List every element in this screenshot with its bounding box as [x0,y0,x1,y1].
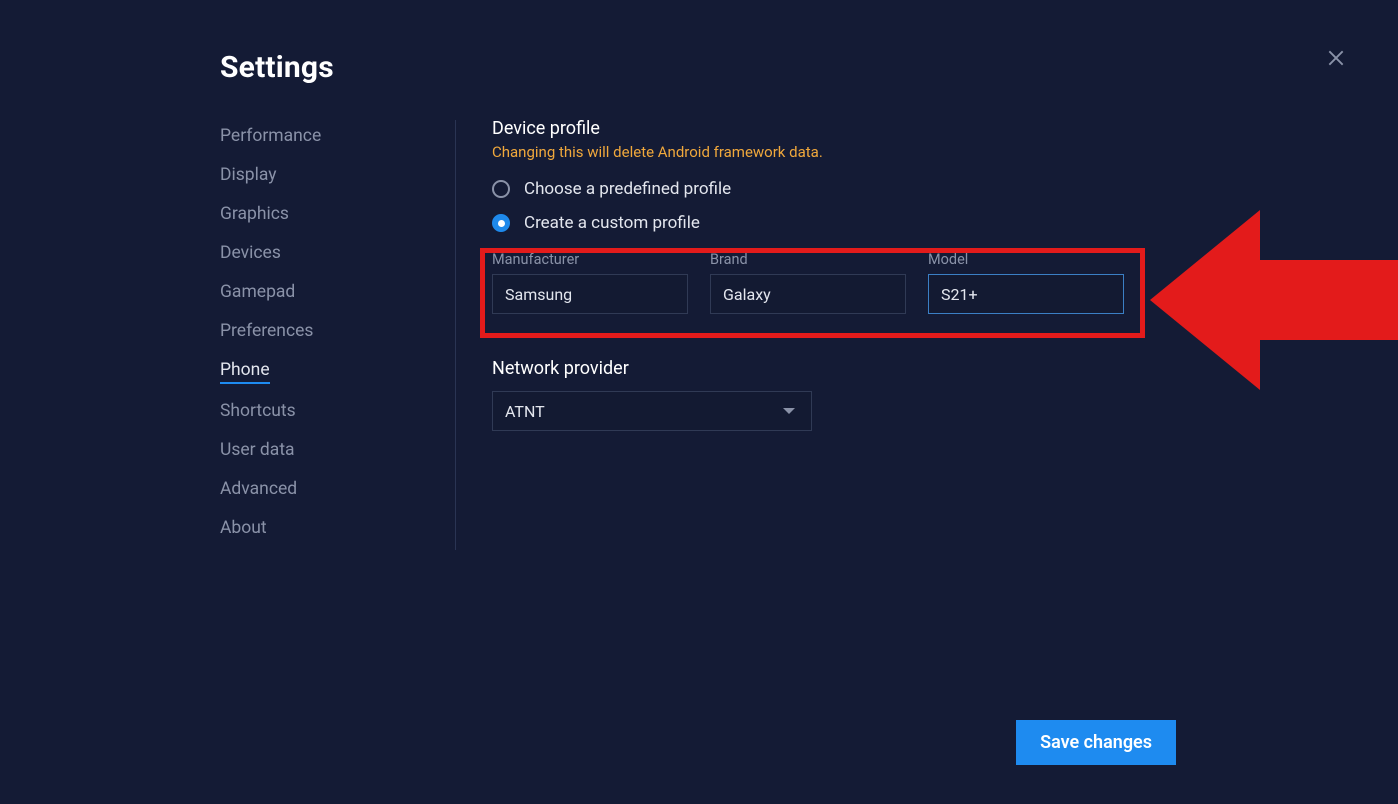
sidebar-item-preferences[interactable]: Preferences [220,321,313,343]
sidebar-item-label: Graphics [220,204,289,224]
close-icon [1326,48,1346,72]
sidebar-item-label: Performance [220,126,321,146]
sidebar-item-label: Preferences [220,321,313,341]
manufacturer-input[interactable] [492,274,688,314]
save-changes-button[interactable]: Save changes [1016,720,1176,765]
radio-custom-profile[interactable]: Create a custom profile [492,213,1192,233]
sidebar-item-about[interactable]: About [220,518,267,540]
brand-input[interactable] [710,274,906,314]
network-provider-select-wrap: ATNT [492,391,812,431]
button-label: Save changes [1040,732,1152,753]
vertical-divider [455,120,456,550]
field-manufacturer: Manufacturer [492,251,688,314]
sidebar-item-label: Devices [220,243,281,263]
sidebar-item-label: Shortcuts [220,401,296,421]
device-profile-warning: Changing this will delete Android framew… [492,143,1192,161]
device-profile-heading: Device profile [492,118,1192,139]
sidebar-item-label: User data [220,440,295,460]
sidebar-item-performance[interactable]: Performance [220,126,321,148]
radio-checked-icon [492,214,510,232]
radio-label: Create a custom profile [524,213,700,233]
radio-unchecked-icon [492,180,510,198]
sidebar-item-shortcuts[interactable]: Shortcuts [220,401,296,423]
field-brand: Brand [710,251,906,314]
chevron-down-icon [783,408,795,414]
sidebar-item-advanced[interactable]: Advanced [220,479,297,501]
sidebar-item-display[interactable]: Display [220,165,277,187]
network-provider-select[interactable]: ATNT [492,391,812,431]
custom-profile-fields: Manufacturer Brand Model [492,251,1192,314]
sidebar-item-phone[interactable]: Phone [220,360,270,384]
sidebar-item-gamepad[interactable]: Gamepad [220,282,295,304]
field-label: Model [928,251,1124,268]
settings-window: Settings Performance Display Graphics De… [0,0,1398,804]
model-input[interactable] [928,274,1124,314]
close-button[interactable] [1324,48,1348,72]
sidebar-item-label: About [220,518,267,538]
content-panel: Device profile Changing this will delete… [492,118,1192,431]
radio-label: Choose a predefined profile [524,179,731,199]
sidebar-item-user-data[interactable]: User data [220,440,295,462]
page-title: Settings [220,50,334,85]
sidebar-item-graphics[interactable]: Graphics [220,204,289,226]
select-value: ATNT [505,402,545,421]
sidebar: Performance Display Graphics Devices Gam… [220,126,430,540]
network-provider-heading: Network provider [492,358,1192,379]
sidebar-item-label: Gamepad [220,282,295,302]
field-label: Manufacturer [492,251,688,268]
sidebar-item-devices[interactable]: Devices [220,243,281,265]
field-label: Brand [710,251,906,268]
sidebar-item-label: Advanced [220,479,297,499]
sidebar-item-label: Phone [220,360,270,380]
radio-predefined-profile[interactable]: Choose a predefined profile [492,179,1192,199]
sidebar-item-label: Display [220,165,277,185]
field-model: Model [928,251,1124,314]
